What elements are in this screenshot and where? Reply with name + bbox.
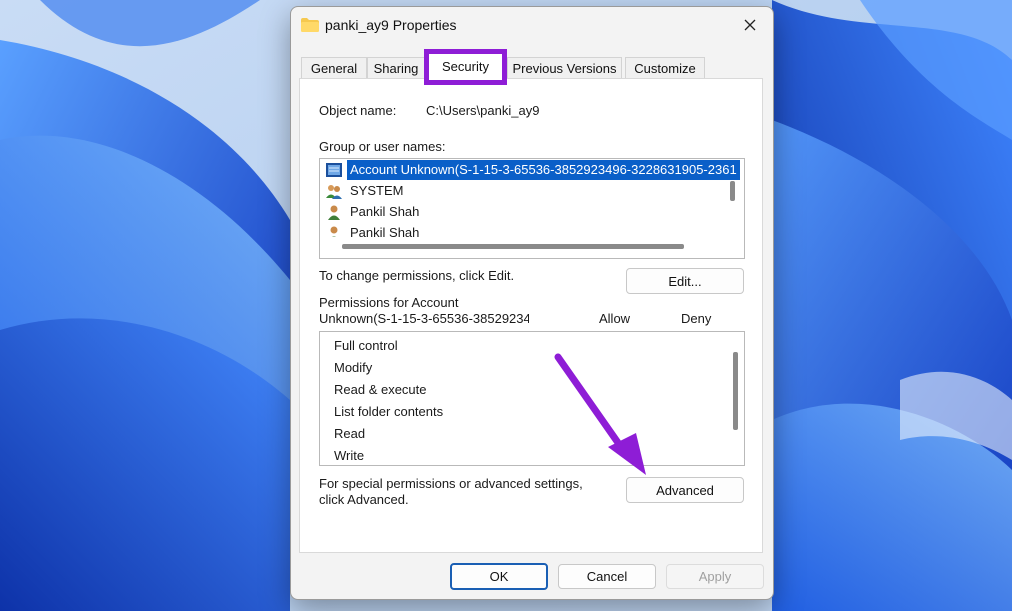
vertical-scrollbar-thumb[interactable] [730, 181, 735, 201]
deny-column-header: Deny [681, 311, 712, 326]
permission-modify: Modify [334, 360, 373, 375]
object-name-value: C:\Users\panki_ay9 [426, 103, 540, 118]
security-panel: Object name: C:\Users\panki_ay9 Group or… [299, 78, 763, 553]
tab-customize[interactable]: Customize [625, 57, 705, 79]
user-name: Account Unknown(S-1-15-3-65536-385292349… [347, 160, 740, 180]
user-name: SYSTEM [350, 183, 404, 198]
close-button[interactable] [727, 7, 773, 43]
permission-read-execute: Read & execute [334, 382, 427, 397]
change-permissions-text: To change permissions, click Edit. [319, 268, 515, 283]
unknown-account-icon [326, 163, 342, 177]
object-name-label: Object name: [319, 103, 397, 118]
special-permissions-line1: For special permissions or advanced sett… [319, 476, 583, 491]
ok-button[interactable]: OK [450, 563, 548, 590]
permission-list-folder-contents: List folder contents [334, 404, 444, 419]
permissions-listbox[interactable]: Full control Modify Read & execute List … [319, 331, 745, 466]
horizontal-scrollbar[interactable] [320, 237, 744, 258]
tab-strip: General Sharing Security Previous Versio… [301, 49, 763, 85]
tab-sharing[interactable]: Sharing [367, 57, 425, 79]
list-item[interactable]: Account Unknown(S-1-15-3-65536-385292349… [325, 160, 744, 180]
tab-previous-versions[interactable]: Previous Versions [507, 57, 622, 79]
permissions-for-line1: Permissions for Account [319, 295, 459, 310]
group-user-names-label: Group or user names: [319, 139, 446, 154]
folder-icon [301, 18, 319, 32]
permission-write: Write [334, 448, 365, 463]
title-bar: panki_ay9 Properties [291, 7, 773, 45]
apply-button[interactable]: Apply [666, 564, 764, 589]
user-name: Pankil Shah [350, 204, 420, 219]
permission-full-control: Full control [334, 338, 398, 353]
edit-button[interactable]: Edit... [626, 268, 744, 294]
tab-security[interactable]: Security [424, 49, 507, 85]
scrollbar-thumb[interactable] [342, 244, 684, 249]
arrow-annotation-icon [554, 353, 646, 475]
user-icon [328, 205, 340, 220]
close-icon [744, 19, 756, 31]
cancel-button[interactable]: Cancel [558, 564, 656, 589]
permission-read: Read [334, 426, 366, 441]
properties-dialog: panki_ay9 Properties General Sharing Sec… [290, 6, 774, 600]
special-permissions-line2: click Advanced. [319, 492, 409, 507]
tab-general[interactable]: General [301, 57, 367, 79]
dialog-title: panki_ay9 Properties [325, 17, 457, 33]
vertical-scrollbar-thumb[interactable] [733, 352, 738, 430]
user-listbox[interactable]: Account Unknown(S-1-15-3-65536-385292349… [319, 158, 745, 259]
group-users-icon [326, 185, 342, 199]
allow-column-header: Allow [599, 311, 631, 326]
permissions-for-line2: Unknown(S-1-15-3-65536-38529234¦ [319, 311, 529, 326]
